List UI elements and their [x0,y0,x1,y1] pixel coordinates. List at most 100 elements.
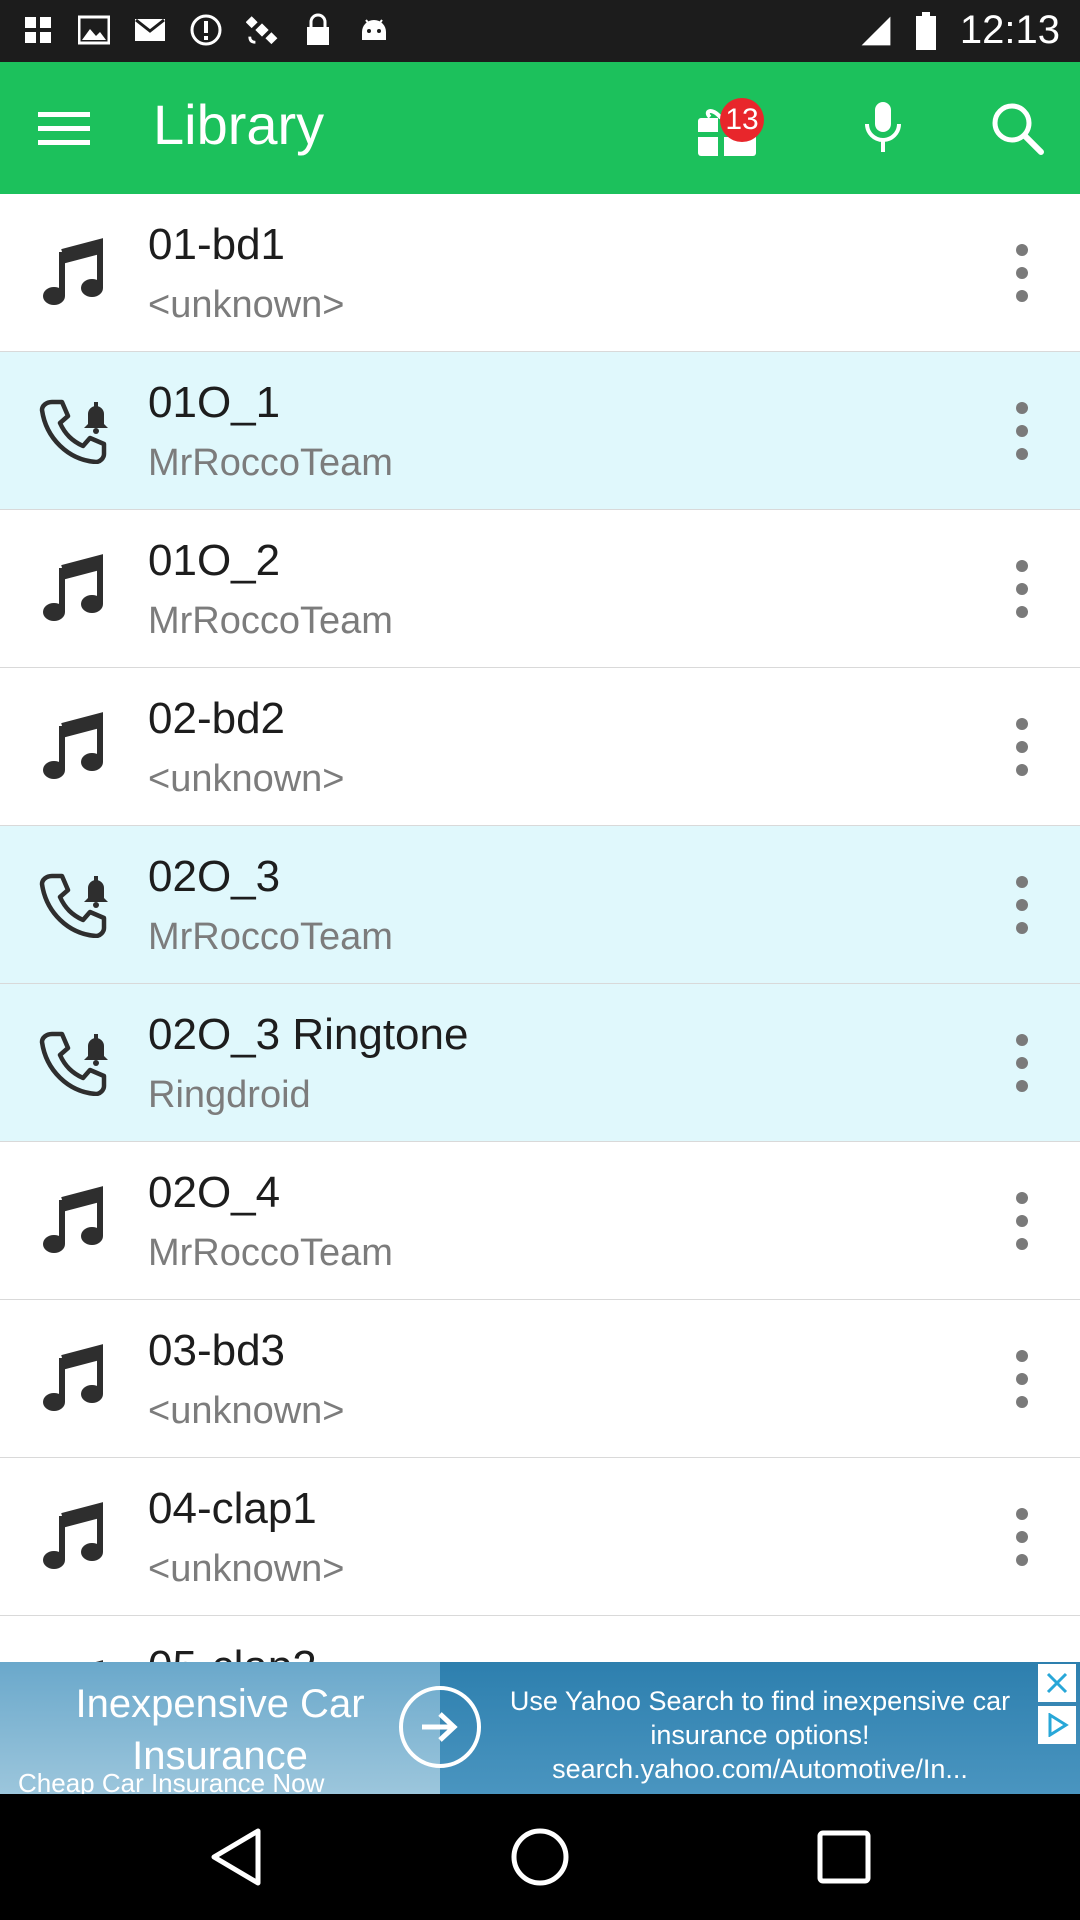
list-item[interactable]: 03-bd3 <unknown> [0,1300,1080,1458]
more-vert-icon [1016,764,1028,776]
list-item-title: 03-bd3 [148,1326,286,1375]
battery-icon [910,11,942,50]
page-title: Library [153,93,325,156]
more-vert-icon [1016,741,1028,753]
back-icon [211,1828,261,1886]
more-options-button[interactable] [1000,712,1044,782]
ad-subline: Cheap Car Insurance Now [18,1768,325,1794]
list-item[interactable]: 02-bd2 <unknown> [0,668,1080,826]
more-options-button[interactable] [1000,1028,1044,1098]
music-note-icon [36,1182,112,1258]
music-note-icon [36,1498,112,1574]
search-icon [992,103,1044,155]
more-vert-icon [1016,1034,1028,1046]
status-time: 12:13 [959,8,1060,52]
list-item-title: 02-bd2 [148,694,286,743]
more-vert-icon [1016,899,1028,911]
ad-choices-button[interactable] [1038,1706,1076,1744]
gift-button[interactable]: 13 [690,92,770,164]
ringtone-phone-icon [36,866,112,942]
more-vert-icon [1016,1508,1028,1520]
ad-headline: Inexpensive Car Insurance [75,1682,365,1778]
more-vert-icon [1016,1531,1028,1543]
library-list[interactable]: 01-bd1 <unknown> 01O_1 MrRoccoTeam 01O_2 MrRo… [0,194,1080,1662]
more-options-button[interactable] [1000,396,1044,466]
list-item[interactable]: 02O_4 MrRoccoTeam [0,1142,1080,1300]
music-note-icon [36,1340,112,1416]
alert-icon [190,12,222,48]
list-item-title: 02O_3 Ringtone [148,1010,469,1059]
more-vert-icon [1016,1238,1028,1250]
more-vert-icon [1016,922,1028,934]
recents-button[interactable] [809,1824,879,1890]
list-item[interactable]: 04-clap1 <unknown> [0,1458,1080,1616]
more-vert-icon [1016,606,1028,618]
android-icon [358,12,390,48]
more-vert-icon [1016,267,1028,279]
microphone-icon [865,102,901,152]
more-vert-icon [1016,244,1028,256]
more-vert-icon [1016,718,1028,730]
satellite-icon [246,12,278,48]
ringtone-phone-icon [36,392,112,468]
list-item-subtitle: <unknown> [148,284,345,326]
more-vert-icon [1016,1057,1028,1069]
more-vert-icon [1016,1373,1028,1385]
signal-icon [860,13,892,49]
ad-description: Use Yahoo Search to find inexpensive car… [509,1686,1011,1784]
more-vert-icon [1016,448,1028,460]
list-item[interactable]: 02O_3 Ringtone Ringdroid [0,984,1080,1142]
more-vert-icon [1016,425,1028,437]
list-item[interactable]: 02O_3 MrRoccoTeam [0,826,1080,984]
more-vert-icon [1016,1080,1028,1092]
home-button[interactable] [505,1824,575,1890]
list-item-title: 01O_2 [148,536,281,585]
list-item-title: 01-bd1 [148,220,286,269]
more-vert-icon [1016,290,1028,302]
more-options-button[interactable] [1000,870,1044,940]
list-item-title: 02O_3 [148,852,281,901]
list-item-subtitle: MrRoccoTeam [148,600,393,642]
arrow-right-icon [422,1712,458,1742]
list-item[interactable]: 05-clap2 [0,1616,1080,1662]
more-options-button[interactable] [1000,1344,1044,1414]
app-bar: Library 13 [0,62,1080,194]
more-vert-icon [1016,560,1028,572]
voice-search-button[interactable] [855,96,911,160]
list-item-subtitle: MrRoccoTeam [148,442,393,484]
more-vert-icon [1016,1396,1028,1408]
music-note-icon [36,708,112,784]
adchoices-icon [1048,1713,1069,1737]
more-options-button[interactable] [1000,1186,1044,1256]
more-vert-icon [1016,1350,1028,1362]
list-item[interactable]: 01-bd1 <unknown> [0,194,1080,352]
more-vert-icon [1016,1554,1028,1566]
ad-close-button[interactable] [1038,1664,1076,1702]
more-options-button[interactable] [1000,238,1044,308]
list-item-title: 02O_4 [148,1168,281,1217]
home-icon [511,1828,569,1886]
back-button[interactable] [201,1824,271,1890]
list-item[interactable]: 01O_1 MrRoccoTeam [0,352,1080,510]
list-item-subtitle: MrRoccoTeam [148,1232,393,1274]
more-options-button[interactable] [1000,554,1044,624]
list-item[interactable]: 01O_2 MrRoccoTeam [0,510,1080,668]
list-item-title: 04-clap1 [148,1484,317,1533]
more-vert-icon [1016,876,1028,888]
more-vert-icon [1016,583,1028,595]
more-vert-icon [1016,1192,1028,1204]
search-button[interactable] [985,96,1049,160]
gallery-icon [22,12,54,48]
ringtone-phone-icon [36,1024,112,1100]
lock-icon [302,12,334,48]
ad-banner[interactable]: Inexpensive Car Insurance Cheap Car Insu… [0,1662,1080,1794]
list-item-subtitle: <unknown> [148,1390,345,1432]
more-options-button[interactable] [1000,1502,1044,1572]
list-item-subtitle: <unknown> [148,758,345,800]
recents-icon [817,1830,871,1884]
mail-icon [134,12,166,48]
more-vert-icon [1016,1215,1028,1227]
ad-go-button[interactable] [399,1686,481,1768]
menu-button[interactable] [28,98,100,158]
image-icon [78,12,110,48]
